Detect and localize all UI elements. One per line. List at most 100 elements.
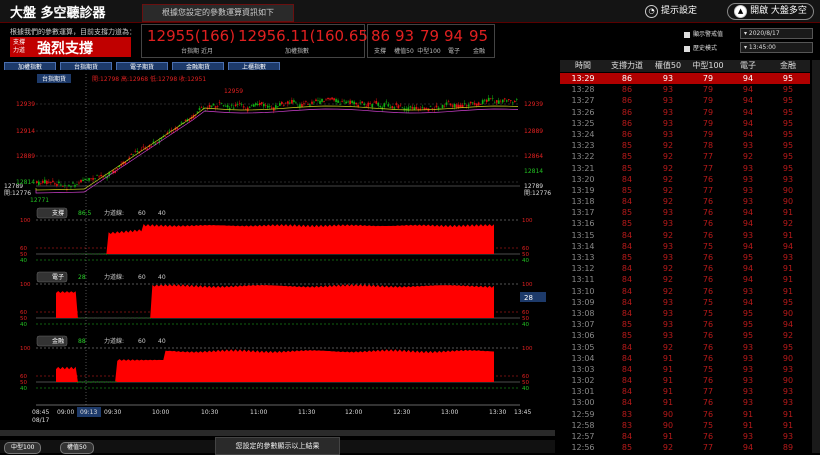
table-row[interactable]: 13:17 85 93 76 94 91 xyxy=(560,207,810,218)
panel-opt1: 60 xyxy=(138,210,146,217)
table-row[interactable]: 13:26 86 93 79 94 95 xyxy=(560,107,810,118)
time-picker[interactable]: ▾ 13:45:00 xyxy=(740,42,813,53)
candle xyxy=(50,181,52,183)
table-row[interactable]: 13:18 84 92 76 93 90 xyxy=(560,196,810,207)
cell-value: 79 xyxy=(702,129,714,139)
open-market-button[interactable]: ▲ 開啟 大盤多空 xyxy=(727,3,814,20)
table-row[interactable]: 13:22 85 92 77 92 95 xyxy=(560,151,810,162)
table-row[interactable]: 13:21 85 92 77 93 95 xyxy=(560,163,810,174)
header-support: 支撐力道 xyxy=(611,61,643,70)
table-row[interactable]: 13:13 85 93 76 95 93 xyxy=(560,252,810,263)
table-row[interactable]: 13:00 84 91 76 93 93 xyxy=(560,397,810,408)
mode-tab[interactable]: 根據您設定的參數運算資訊如下 xyxy=(142,4,294,22)
candle xyxy=(200,107,203,109)
table-row[interactable]: 13:28 86 93 79 94 95 xyxy=(560,84,810,95)
candle xyxy=(252,104,255,107)
cell-value: 75 xyxy=(702,297,714,307)
cell-value: 85 xyxy=(621,253,633,262)
cell-value: 93 xyxy=(742,376,754,386)
candle xyxy=(463,103,466,104)
cell-value: 90 xyxy=(662,420,674,430)
table-row[interactable]: 13:20 84 92 76 93 93 xyxy=(560,174,810,185)
cell-value: 95 xyxy=(782,152,794,162)
cell-value: 76 xyxy=(702,432,714,441)
cell-value: 92 xyxy=(742,152,754,162)
cell-time: 13:09 xyxy=(571,297,595,307)
mid100-chip[interactable]: 中型100 xyxy=(4,442,42,454)
cell-value: 90 xyxy=(782,197,794,207)
table-row[interactable]: 13:12 84 92 76 94 91 xyxy=(560,263,810,274)
market-chart[interactable]: 台指期貨 開:12798 高:12968 低:12798 收:12951 129… xyxy=(0,70,555,425)
candle xyxy=(70,186,72,188)
table-row[interactable]: 13:23 85 92 78 93 95 xyxy=(560,140,810,151)
table-row[interactable]: 13:08 84 93 75 95 90 xyxy=(560,308,810,319)
index-label: 加權指數 xyxy=(284,48,309,55)
table-row[interactable]: 13:19 85 92 77 93 90 xyxy=(560,185,810,196)
history-toggle-label: 歷史模式 xyxy=(693,45,718,52)
warning-toggle[interactable]: 顯示警戒值 xyxy=(684,29,723,38)
candle xyxy=(38,181,40,185)
table-row[interactable]: 13:14 84 93 75 94 94 xyxy=(560,241,810,252)
chart-scrollbar[interactable] xyxy=(0,430,555,436)
table-row[interactable]: 13:09 84 93 75 94 95 xyxy=(560,297,810,308)
table-row[interactable]: 13:03 84 91 75 93 93 xyxy=(560,364,810,375)
cell-value: 77 xyxy=(702,185,714,195)
table-row[interactable]: 12:59 83 90 76 91 91 xyxy=(560,409,810,420)
strength-box: 86 93 79 94 95 支撐 權值50 中型100 電子 金融 xyxy=(367,24,495,58)
table-row[interactable]: 13:05 84 92 76 93 95 xyxy=(560,342,810,353)
index-value: 12956.11(160.65) xyxy=(238,27,374,45)
candle xyxy=(218,102,221,103)
table-row[interactable]: 13:24 86 93 79 94 95 xyxy=(560,129,810,140)
table-row[interactable]: 13:06 85 93 76 95 92 xyxy=(560,330,810,341)
cell-value: 92 xyxy=(662,174,674,184)
candle xyxy=(483,99,486,101)
futures-value: 12955(166) xyxy=(147,27,236,45)
strength-label-electronics: 電子 xyxy=(447,48,460,55)
table-row[interactable]: 12:57 84 91 76 93 93 xyxy=(560,431,810,442)
cell-value: 90 xyxy=(782,185,794,195)
open-label-left: 開:12776 xyxy=(4,190,31,197)
candle xyxy=(499,101,502,103)
table-scrollbar[interactable] xyxy=(812,60,820,453)
candle xyxy=(258,102,261,105)
candle xyxy=(60,184,62,186)
table-row[interactable]: 12:58 83 90 75 91 91 xyxy=(560,420,810,431)
table-row[interactable]: 13:02 84 91 76 93 90 xyxy=(560,375,810,386)
weight50-chip[interactable]: 權值50 xyxy=(60,442,94,454)
table-row[interactable]: 12:56 85 92 77 94 89 xyxy=(560,442,810,453)
candle xyxy=(373,101,376,103)
hint-settings-button[interactable]: ◔ 提示設定 xyxy=(645,3,697,18)
candle xyxy=(385,101,388,103)
history-toggle[interactable]: 歷史模式 xyxy=(684,43,717,52)
table-row[interactable]: 13:27 86 93 79 94 95 xyxy=(560,95,810,106)
cell-value: 92 xyxy=(662,141,674,151)
candle xyxy=(413,107,416,110)
header-mid100: 中型100 xyxy=(692,61,724,70)
data-table[interactable]: 13:29 86 93 79 94 95 13:28 86 93 79 94 95 13:27 86 93 7… xyxy=(560,73,810,453)
candle xyxy=(164,136,167,137)
cell-value: 92 xyxy=(662,275,674,285)
table-row[interactable]: 13:15 84 92 76 93 91 xyxy=(560,230,810,241)
table-row[interactable]: 13:07 85 93 76 95 94 xyxy=(560,319,810,330)
candle xyxy=(56,183,58,186)
date-picker[interactable]: ▾ 2020/8/17 xyxy=(740,28,813,39)
table-row[interactable]: 13:01 84 91 77 93 93 xyxy=(560,386,810,397)
candle xyxy=(36,181,38,183)
cell-value: 83 xyxy=(621,409,633,419)
cell-time: 13:26 xyxy=(571,107,595,117)
candle xyxy=(80,179,82,183)
table-row[interactable]: 13:11 84 92 76 94 91 xyxy=(560,274,810,285)
cell-value: 95 xyxy=(782,163,794,173)
table-row[interactable]: 13:25 86 93 79 94 95 xyxy=(560,118,810,129)
candle xyxy=(254,103,257,106)
table-row[interactable]: 13:04 84 91 76 93 90 xyxy=(560,353,810,364)
table-row[interactable]: 13:16 85 93 76 94 92 xyxy=(560,218,810,229)
candle xyxy=(361,101,364,103)
candle xyxy=(140,149,143,151)
panel-tick-right: 100 xyxy=(522,282,533,288)
cell-value: 95 xyxy=(782,74,794,83)
cell-value: 79 xyxy=(702,74,714,83)
panel-tick-left: 100 xyxy=(20,346,31,352)
table-row[interactable]: 13:29 86 93 79 94 95 xyxy=(560,73,810,85)
table-row[interactable]: 13:10 84 92 76 93 91 xyxy=(560,286,810,297)
